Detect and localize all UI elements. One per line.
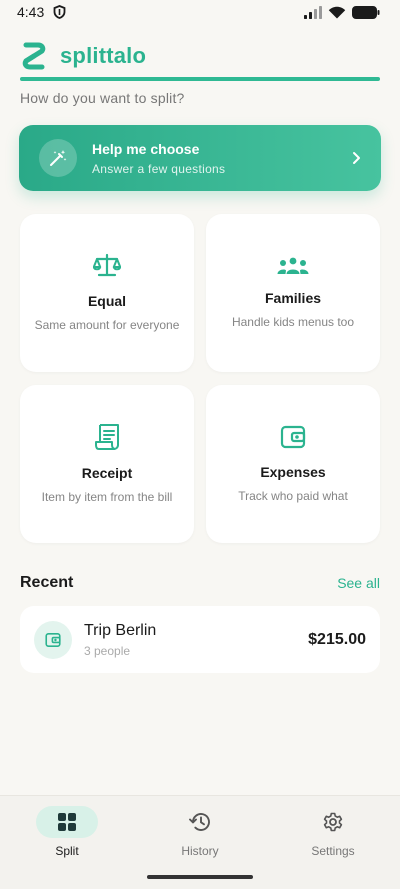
tile-description: Track who paid what xyxy=(238,488,348,503)
tile-title: Equal xyxy=(87,292,127,309)
nav-label: History xyxy=(181,844,219,858)
receipt-icon xyxy=(95,423,119,450)
magic-wand-icon xyxy=(50,150,67,166)
help-icon-container xyxy=(39,139,77,177)
app-header: splittalo xyxy=(20,40,380,81)
status-left: 4:43 xyxy=(17,4,66,20)
tile-description: Item by item from the bill xyxy=(41,489,173,504)
history-icon xyxy=(189,813,210,831)
home-indicator xyxy=(147,875,253,879)
status-time: 4:43 xyxy=(17,4,45,20)
nav-label: Split xyxy=(55,844,79,858)
wallet-icon xyxy=(45,632,61,647)
recent-icon-container xyxy=(34,620,72,659)
nav-label: Settings xyxy=(311,844,355,858)
recent-item[interactable]: Trip Berlin 3 people $215.00 xyxy=(20,606,380,673)
tile-equal[interactable]: Equal Same amount for everyone xyxy=(20,214,194,372)
see-all-link[interactable]: See all xyxy=(337,575,380,591)
logo-icon xyxy=(22,42,46,70)
gear-icon xyxy=(323,812,343,832)
help-text: Help me choose Answer a few questions xyxy=(92,141,351,176)
wifi-icon xyxy=(328,6,346,18)
tile-title: Receipt xyxy=(81,464,133,481)
tile-title: Expenses xyxy=(260,463,326,480)
family-icon xyxy=(277,257,309,274)
recent-amount: $215.00 xyxy=(308,630,366,648)
recent-heading: Recent xyxy=(20,574,74,591)
tile-description: Same amount for everyone xyxy=(34,317,180,332)
status-right xyxy=(304,5,380,19)
page-subtitle: How do you want to split? xyxy=(20,90,185,106)
status-bar: 4:43 xyxy=(0,0,400,24)
header-divider xyxy=(20,77,380,81)
chevron-right-icon xyxy=(353,152,360,164)
tile-description: Handle kids menus too xyxy=(231,314,355,329)
grid-icon xyxy=(58,813,76,831)
nav-icon-wrap xyxy=(169,806,231,838)
recent-name: Trip Berlin xyxy=(84,621,157,639)
tile-title: Families xyxy=(264,289,322,306)
help-me-choose-button[interactable]: Help me choose Answer a few questions xyxy=(19,125,381,191)
nav-history[interactable]: History xyxy=(145,806,255,866)
nav-split[interactable]: Split xyxy=(12,806,122,866)
help-title: Help me choose xyxy=(92,140,200,157)
battery-icon xyxy=(352,5,380,19)
help-subtitle: Answer a few questions xyxy=(92,161,226,176)
nav-settings[interactable]: Settings xyxy=(278,806,388,866)
tile-expenses[interactable]: Expenses Track who paid what xyxy=(206,385,380,543)
brand: splittalo xyxy=(20,40,380,72)
signal-icon xyxy=(304,5,322,19)
tile-families[interactable]: Families Handle kids menus too xyxy=(206,214,380,372)
shield-icon xyxy=(53,5,66,19)
tile-receipt[interactable]: Receipt Item by item from the bill xyxy=(20,385,194,543)
wallet-icon xyxy=(280,425,306,448)
recent-people: 3 people xyxy=(84,643,131,658)
app-name: splittalo xyxy=(60,43,147,68)
nav-icon-wrap xyxy=(302,806,364,838)
recent-text: Trip Berlin 3 people xyxy=(84,622,308,658)
nav-icon-wrap xyxy=(36,806,98,838)
scale-icon xyxy=(93,253,121,276)
